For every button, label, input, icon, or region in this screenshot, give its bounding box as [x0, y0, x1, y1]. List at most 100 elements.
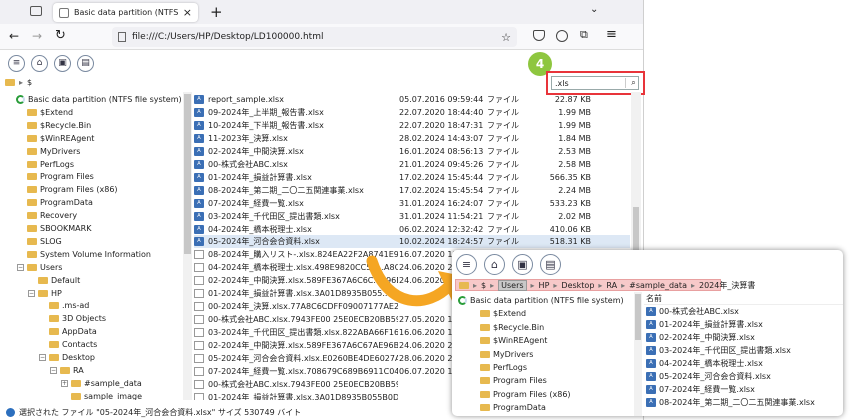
tree-node[interactable]: $WinREAgent: [470, 334, 547, 347]
tree-node[interactable]: ProgramData: [470, 401, 546, 414]
file-row[interactable]: A 05-2024年_河合会合資料.xlsx 10.02.2024 18:24:57…: [194, 235, 630, 249]
file-row[interactable]: A 03-2024年_千代田区_提出書類.xlsx: [644, 344, 843, 357]
tree-node[interactable]: Program Files (x86): [470, 388, 571, 401]
file-row[interactable]: A 08-2024年_第二期_二〇二五関連事業.xlsx: [644, 396, 843, 409]
collapse-icon[interactable]: [17, 186, 24, 193]
home-button[interactable]: ⌂: [31, 54, 48, 72]
new-tab-button[interactable]: +: [210, 3, 223, 21]
breadcrumb-item[interactable]: #sample_data: [629, 281, 687, 290]
collapse-icon[interactable]: [17, 212, 24, 219]
file-row[interactable]: A 11-2023年_決算.xlsx 28.02.2024 14:43:07 ファイル…: [194, 132, 630, 145]
account-icon[interactable]: [556, 30, 568, 42]
search-icon[interactable]: ⌕: [625, 78, 638, 88]
collapse-icon[interactable]: [17, 238, 24, 245]
extensions-icon[interactable]: ⧉: [580, 28, 588, 42]
collapse-icon[interactable]: [39, 328, 46, 335]
tree-node[interactable]: Default: [28, 274, 80, 287]
browser-tab[interactable]: Basic data partition (NTFS file s ×: [53, 3, 198, 22]
file-row[interactable]: A 10-2024年_下半期_報告書.xlsx 22.07.2020 18:47:3…: [194, 119, 630, 132]
list-view-button[interactable]: ≡: [456, 254, 477, 275]
file-row[interactable]: A 04-2024年_橋本税理士.xlsx: [644, 357, 843, 370]
tree-node[interactable]: − Users: [17, 261, 62, 274]
search-box[interactable]: .xls ⌕: [551, 76, 639, 90]
file-row[interactable]: A 03-2024年_千代田区_提出書類.xlsx 31.01.2024 11:54…: [194, 210, 630, 223]
breadcrumb-item[interactable]: Users: [498, 279, 527, 291]
tree-scrollbar[interactable]: [183, 92, 192, 400]
tree-node[interactable]: $Extend: [470, 307, 526, 320]
tree-node[interactable]: Contacts: [39, 338, 97, 351]
file-row[interactable]: A 07-2024年_経費一覧.xlsx 31.01.2024 16:24:07 ファ…: [194, 197, 630, 210]
save-button[interactable]: ▤: [540, 254, 561, 275]
file-row[interactable]: A 00-株式会社ABC.xlsx 21.01.2024 09:45:26 ファイル 2…: [194, 158, 630, 171]
collapse-icon[interactable]: [17, 251, 24, 258]
collapse-icon[interactable]: [6, 96, 13, 103]
home-button[interactable]: ⌂: [484, 254, 505, 275]
collapse-icon[interactable]: [17, 199, 24, 206]
back-icon[interactable]: ←: [9, 29, 19, 43]
tree-node[interactable]: System Volume Information: [17, 248, 151, 261]
collapse-icon[interactable]: −: [28, 289, 35, 297]
collapse-icon[interactable]: −: [50, 366, 57, 374]
url-bar[interactable]: file:///C:/Users/HP/Desktop/LD100000.htm…: [112, 27, 517, 47]
zoomed-scroll-thumb[interactable]: [635, 294, 641, 340]
bookmark-star-icon[interactable]: ☆: [501, 31, 511, 44]
tree-node[interactable]: Program Files: [470, 374, 547, 387]
collapse-icon[interactable]: [17, 225, 24, 232]
tree-node[interactable]: SLOG: [17, 235, 62, 248]
file-row[interactable]: A 00-株式会社ABC.xlsx: [644, 305, 843, 318]
path-root[interactable]: $: [27, 78, 32, 87]
file-row[interactable]: A 04-2024年_橋本税理士.xlsx 06.02.2024 12:32:42 フ…: [194, 223, 630, 236]
menu-icon[interactable]: ≡: [606, 27, 617, 42]
file-row[interactable]: A 02-2024年_中間決算.xlsx: [644, 331, 843, 344]
collapse-icon[interactable]: [17, 148, 24, 155]
tree-node[interactable]: Basic data partition (NTFS file system): [458, 294, 624, 307]
tree-node[interactable]: MyDrivers: [470, 348, 533, 361]
collapse-icon[interactable]: [17, 109, 24, 116]
reload-icon[interactable]: ↻: [55, 28, 66, 43]
collapse-icon[interactable]: [28, 277, 35, 284]
breadcrumb-item[interactable]: HP: [539, 281, 550, 290]
close-tab-icon[interactable]: ×: [183, 6, 192, 19]
pocket-icon[interactable]: [533, 30, 545, 41]
save-button[interactable]: ▤: [77, 54, 94, 72]
tree-node[interactable]: AppData: [39, 325, 97, 338]
collapse-icon[interactable]: −: [17, 263, 24, 271]
expand-icon[interactable]: +: [61, 379, 68, 387]
tree-node[interactable]: PerfLogs: [17, 158, 74, 171]
file-row[interactable]: A 07-2024年_経費一覧.xlsx: [644, 383, 843, 396]
tree-node[interactable]: $WinREAgent: [17, 132, 94, 145]
breadcrumb-item[interactable]: RA: [606, 281, 617, 290]
tree-node[interactable]: − RA: [50, 364, 84, 377]
breadcrumb-item[interactable]: $: [481, 281, 486, 290]
collapse-icon[interactable]: [39, 315, 46, 322]
tree-node[interactable]: Basic data partition (NTFS file system): [6, 93, 182, 106]
breadcrumb-item[interactable]: Desktop: [561, 281, 594, 290]
collapse-icon[interactable]: [17, 122, 24, 129]
forward-icon[interactable]: →: [32, 29, 42, 43]
collapse-icon[interactable]: [39, 341, 46, 348]
search-input[interactable]: .xls: [552, 79, 625, 88]
tree-node[interactable]: Program Files (x86): [17, 183, 118, 196]
file-row[interactable]: A 09-2024年_上半期_報告書.xlsx 22.07.2020 18:44:4…: [194, 106, 630, 119]
breadcrumb-item[interactable]: 2024年_決算書: [699, 280, 755, 291]
collapse-icon[interactable]: [17, 161, 24, 168]
file-row[interactable]: A 01-2024年_損益計算書.xlsx: [644, 318, 843, 331]
file-row[interactable]: A 08-2024年_第二期_二〇二五関連事業.xlsx 17.02.2024 15…: [194, 184, 630, 197]
tree-node[interactable]: sample_image: [61, 390, 142, 400]
tree-node[interactable]: − HP: [28, 287, 62, 300]
tree-node[interactable]: ProgramData: [17, 196, 93, 209]
zoomed-tree-scrollbar[interactable]: [634, 292, 642, 416]
collapse-icon[interactable]: −: [39, 354, 46, 361]
file-row[interactable]: Areport_sample.xlsx 05.07.2016 09:59:44 ファ…: [194, 93, 630, 106]
collapse-icon[interactable]: [39, 302, 46, 309]
collapse-icon[interactable]: [61, 393, 68, 400]
collapse-icon[interactable]: [17, 173, 24, 180]
tree-node[interactable]: PerfLogs: [470, 361, 527, 374]
file-row[interactable]: A 02-2024年_中間決算.xlsx 16.01.2024 08:56:13 ファ…: [194, 145, 630, 158]
file-row[interactable]: A 05-2024年_河合会合資料.xlsx: [644, 370, 843, 383]
tree-node[interactable]: Program Files: [17, 170, 94, 183]
tree-node[interactable]: + #sample_data: [61, 377, 142, 390]
tree-node[interactable]: $Extend: [17, 106, 73, 119]
tree-node[interactable]: − Desktop: [39, 351, 95, 364]
tree-node[interactable]: .ms-ad: [39, 299, 89, 312]
